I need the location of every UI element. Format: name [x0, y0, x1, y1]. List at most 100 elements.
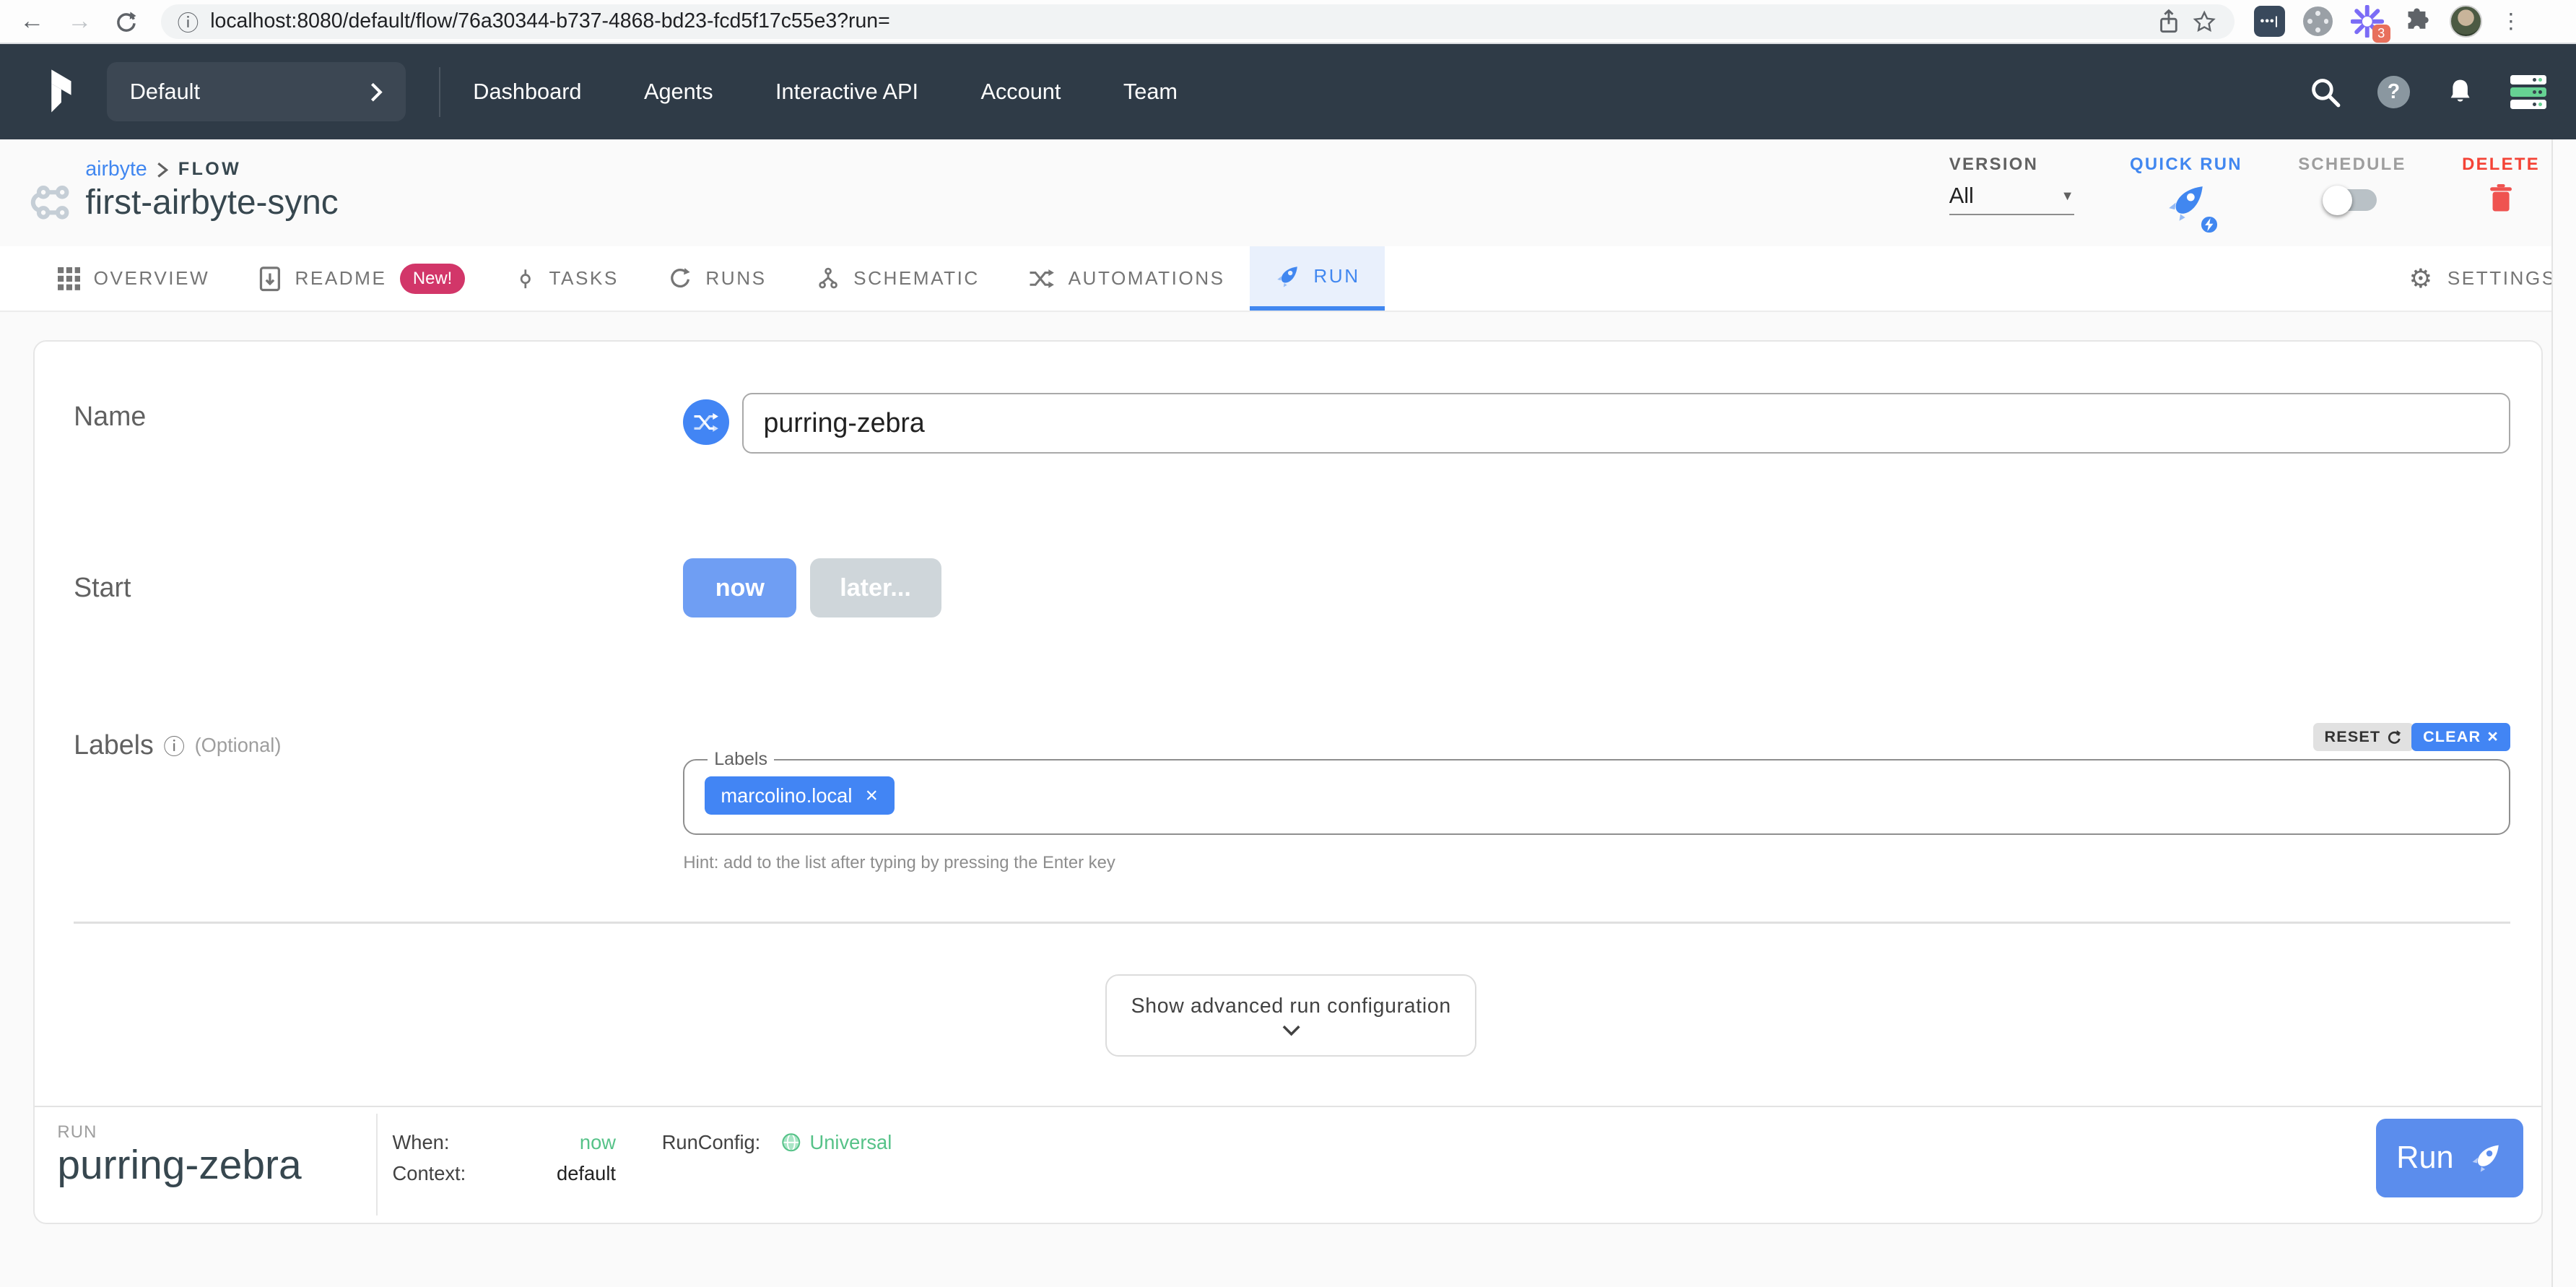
readme-doc-icon [258, 266, 282, 292]
schedule-control: SCHEDULE [2298, 155, 2406, 211]
scrollbar[interactable] [2551, 139, 2576, 1286]
burst-extension-icon[interactable]: 3 [2351, 5, 2384, 38]
schedule-toggle[interactable] [2328, 189, 2377, 211]
reset-label: RESET [2325, 727, 2381, 746]
delete-label: DELETE [2462, 155, 2540, 175]
agents-status-icon[interactable] [2510, 75, 2546, 109]
automations-shuffle-icon [1029, 267, 1055, 290]
runs-cycle-icon [668, 266, 692, 291]
tab-tasks[interactable]: TASKS [490, 246, 643, 311]
browser-profile-avatar[interactable] [2450, 5, 2483, 38]
when-label: When: [393, 1131, 488, 1154]
labels-fieldset[interactable]: Labels marcolino.local × [683, 749, 2510, 834]
nav-interactive-api[interactable]: Interactive API [775, 79, 918, 105]
browser-refresh-icon[interactable] [115, 10, 138, 33]
clear-label: CLEAR [2423, 727, 2481, 746]
run-button-rocket-icon [2468, 1141, 2503, 1176]
prefect-logo-icon[interactable] [44, 67, 80, 116]
labels-fieldset-legend: Labels [708, 749, 774, 770]
page-info-icon[interactable]: ⓘ [178, 6, 199, 37]
version-select[interactable]: All ▼ [1949, 183, 2074, 215]
delete-button[interactable] [2489, 183, 2513, 220]
breadcrumb: airbyte FLOW [85, 157, 241, 181]
extensions-puzzle-icon[interactable] [2402, 6, 2432, 36]
trash-icon [2489, 183, 2513, 214]
app-navbar: Default Dashboard Agents Interactive API… [0, 44, 2576, 139]
tab-readme[interactable]: README New! [234, 246, 489, 311]
search-icon[interactable] [2308, 75, 2343, 110]
breadcrumb-chevron-icon [157, 162, 168, 178]
quick-run-label: QUICK RUN [2130, 155, 2242, 175]
gear-icon: ⚙ [2409, 263, 2434, 294]
url-bar[interactable]: ⓘ localhost:8080/default/flow/76a30344-b… [161, 4, 2235, 39]
browser-forward-icon[interactable]: → [67, 7, 92, 35]
project-selector[interactable]: Default [107, 62, 406, 121]
schematic-tree-icon [816, 266, 840, 291]
help-icon[interactable]: ? [2377, 76, 2411, 109]
runconfig-label: RunConfig: [662, 1131, 761, 1154]
breadcrumb-project-link[interactable]: airbyte [85, 157, 147, 181]
browser-menu-icon[interactable]: ⋮ [2500, 11, 2522, 32]
delete-control: DELETE [2462, 155, 2540, 221]
chevron-right-icon [370, 82, 383, 102]
tab-tasks-label: TASKS [549, 267, 618, 290]
gray-extension-icon[interactable] [2303, 6, 2333, 36]
reset-labels-button[interactable]: RESET [2313, 723, 2414, 751]
run-rocket-icon [1274, 264, 1300, 290]
version-control: VERSION All ▼ [1949, 155, 2074, 215]
name-label: Name [74, 401, 146, 432]
quick-run-button[interactable] [2164, 181, 2208, 232]
randomize-name-button[interactable] [683, 399, 729, 446]
nav-account[interactable]: Account [980, 79, 1061, 105]
advanced-config-button[interactable]: Show advanced run configuration [1105, 974, 1476, 1057]
run-button[interactable]: Run [2376, 1119, 2524, 1197]
footer-run-name: purring-zebra [57, 1142, 301, 1189]
bolt-badge-icon [2198, 214, 2220, 235]
tab-settings[interactable]: ⚙ SETTINGS [2409, 246, 2557, 311]
version-label: VERSION [1949, 155, 2038, 175]
tab-run[interactable]: RUN [1250, 246, 1385, 311]
info-icon[interactable]: ⓘ [163, 729, 185, 760]
label-chip[interactable]: marcolino.local × [705, 776, 895, 814]
bookmark-star-icon[interactable] [2191, 9, 2217, 35]
share-icon[interactable] [2157, 9, 2180, 35]
start-later-button[interactable]: later... [810, 558, 941, 618]
clear-x-icon: × [2487, 727, 2499, 748]
tab-runs[interactable]: RUNS [643, 246, 791, 311]
browser-chrome: ← → ⓘ localhost:8080/default/flow/76a303… [0, 0, 2576, 44]
browser-back-icon[interactable]: ← [19, 7, 44, 35]
chevron-down-icon [1282, 1025, 1301, 1036]
tab-runs-label: RUNS [705, 267, 766, 290]
labels-section-title: Labels ⓘ (Optional) [74, 729, 281, 760]
notifications-bell-icon[interactable] [2445, 76, 2476, 109]
nav-dashboard[interactable]: Dashboard [473, 79, 581, 105]
schedule-label: SCHEDULE [2298, 155, 2406, 175]
clear-labels-button[interactable]: CLEAR × [2411, 723, 2510, 751]
tab-overview[interactable]: OVERVIEW [33, 246, 235, 311]
labels-hint: Hint: add to the list after typing by pr… [683, 853, 1115, 873]
nav-agents[interactable]: Agents [644, 79, 713, 105]
tab-automations[interactable]: AUTOMATIONS [1004, 246, 1250, 311]
tab-settings-label: SETTINGS [2447, 267, 2557, 290]
url-text: localhost:8080/default/flow/76a30344-b73… [210, 9, 890, 33]
chip-remove-icon[interactable]: × [866, 784, 878, 808]
tab-readme-label: README [295, 267, 387, 290]
grid-icon [58, 267, 81, 290]
tab-schematic[interactable]: SCHEMATIC [791, 246, 1004, 311]
password-manager-extension-icon[interactable]: •••| [2254, 6, 2285, 37]
start-label: Start [74, 572, 131, 603]
version-value: All [1949, 183, 1974, 209]
section-divider [74, 922, 2510, 923]
new-badge: New! [400, 264, 466, 294]
shuffle-icon [693, 411, 719, 434]
tab-bar: OVERVIEW README New! TASKS RUNS SCHEMATI… [0, 246, 2576, 312]
page-title: first-airbyte-sync [85, 183, 338, 222]
run-name-input[interactable]: purring-zebra [742, 393, 2510, 454]
nav-team[interactable]: Team [1123, 79, 1178, 105]
globe-icon [780, 1132, 802, 1153]
quick-run-control: QUICK RUN [2130, 155, 2242, 233]
when-value: now [488, 1131, 616, 1154]
start-now-button[interactable]: now [683, 558, 796, 618]
run-button-label: Run [2396, 1140, 2453, 1176]
tab-run-label: RUN [1313, 265, 1359, 287]
